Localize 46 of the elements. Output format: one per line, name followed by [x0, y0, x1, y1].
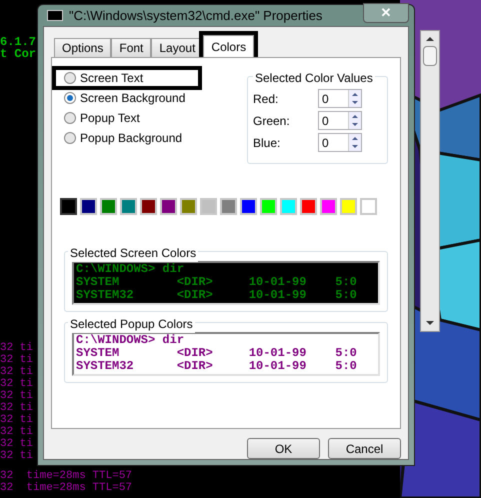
- color-swatch[interactable]: [60, 198, 77, 215]
- arrow-down-icon[interactable]: [352, 101, 358, 104]
- field-label: Green:: [253, 112, 291, 130]
- tab[interactable]: Options: [54, 38, 112, 57]
- arrow-down-icon[interactable]: [352, 145, 358, 148]
- console-line: 32 ti: [0, 354, 34, 366]
- console-line: t Cor: [0, 48, 36, 60]
- arrow-up-icon[interactable]: [352, 136, 358, 140]
- preview-line: SYSTEM <DIR> 10-01-99 5:0: [76, 347, 358, 360]
- radio-option[interactable]: Screen Background: [64, 90, 214, 106]
- console-line: 32 ti: [0, 366, 34, 378]
- console-icon: [47, 10, 63, 21]
- field-label: Red:: [253, 90, 280, 108]
- scroll-up-icon[interactable]: [426, 37, 434, 41]
- tab[interactable]: Font: [111, 38, 152, 57]
- scroll-down-icon[interactable]: [426, 321, 434, 325]
- number-spinner[interactable]: 0: [318, 111, 362, 130]
- scroll-thumb[interactable]: [423, 46, 437, 66]
- preview-line: C:\WINDOWS> dir: [76, 334, 186, 347]
- preview-line: SYSTEM <DIR> 10-01-99 5:0: [76, 276, 358, 289]
- scrollbar[interactable]: [420, 30, 440, 332]
- console-line: 32 ti: [0, 438, 34, 450]
- arrow-up-icon[interactable]: [352, 92, 358, 96]
- console-line: 32 ti: [0, 402, 34, 414]
- window-title: "C:\Windows\system32\cmd.exe" Properties: [69, 6, 322, 25]
- console-line: 32 ti: [0, 426, 34, 438]
- arrow-down-icon[interactable]: [352, 123, 358, 126]
- console-line: 32 ti: [0, 390, 34, 402]
- console-line: 32 ti: [0, 414, 34, 426]
- dialog-button[interactable]: Cancel: [328, 438, 401, 459]
- radio-option[interactable]: Popup Text: [64, 110, 214, 126]
- preview-line: C:\WINDOWS> dir: [76, 263, 186, 276]
- console-line: 32 ti: [0, 450, 34, 462]
- radio-option[interactable]: Popup Background: [64, 130, 214, 146]
- preview-line: SYSTEM32 <DIR> 10-01-99 5:0: [76, 289, 358, 302]
- console-line: 32 ti: [0, 378, 34, 390]
- console-line: 32 time=28ms TTL=57: [0, 470, 132, 482]
- console-line: 32 ti: [0, 342, 34, 354]
- arrow-up-icon[interactable]: [352, 114, 358, 118]
- preview-line: SYSTEM32 <DIR> 10-01-99 5:0: [76, 360, 358, 373]
- console-line: 32 time=28ms TTL=57: [0, 482, 132, 494]
- dialog-button[interactable]: OK: [247, 438, 320, 459]
- number-spinner[interactable]: 0: [318, 89, 362, 108]
- field-label: Blue:: [253, 134, 282, 152]
- number-spinner[interactable]: 0: [318, 133, 362, 152]
- console-line: 6.1.7: [0, 36, 36, 48]
